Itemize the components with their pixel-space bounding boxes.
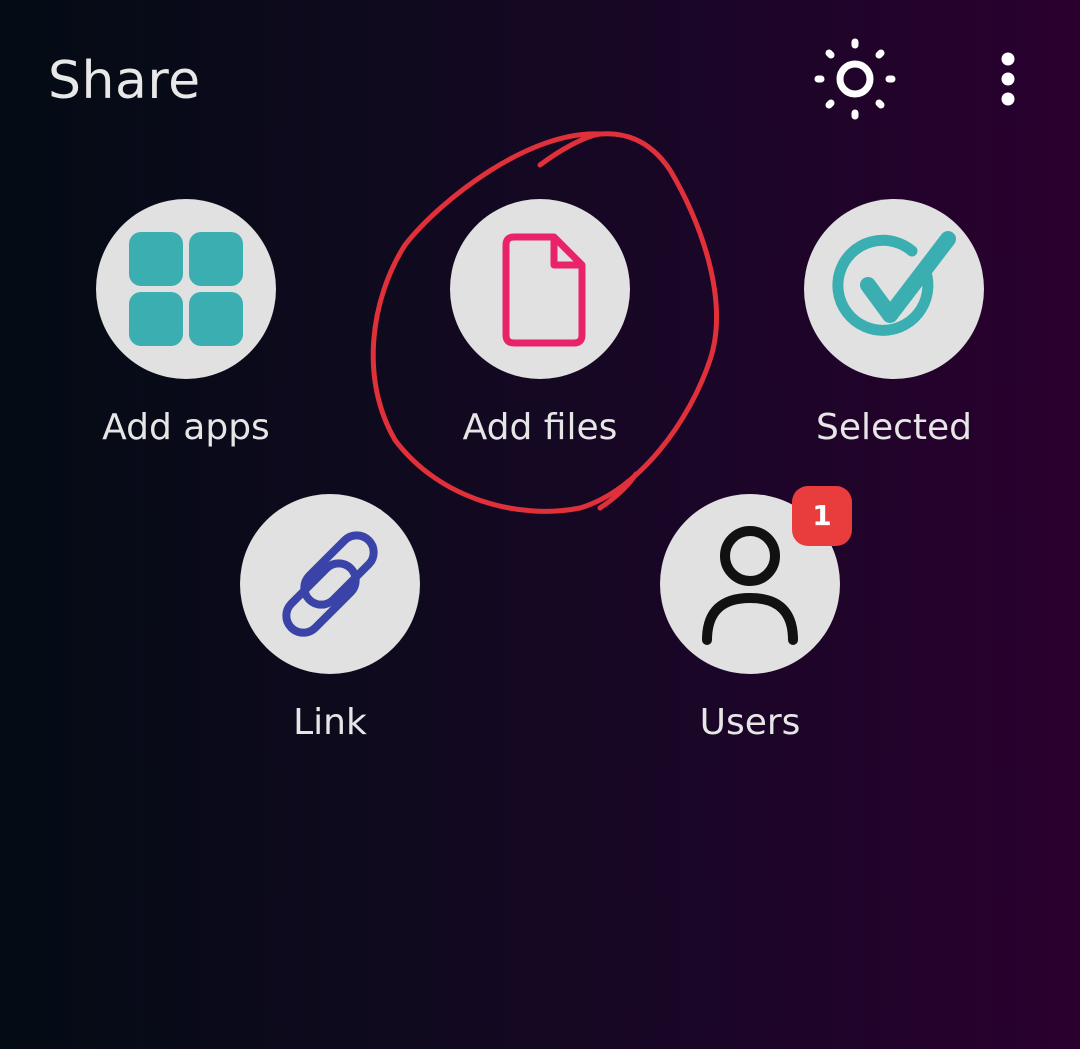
add-apps-button[interactable] (96, 199, 276, 379)
brightness-button[interactable] (812, 36, 898, 122)
add-files-tile[interactable]: Add files (430, 199, 650, 479)
add-apps-label: Add apps (102, 407, 270, 448)
add-files-label: Add files (462, 407, 618, 448)
link-button[interactable] (240, 494, 420, 674)
page-title: Share (48, 51, 201, 111)
file-icon (502, 233, 586, 347)
add-files-button[interactable] (450, 199, 630, 379)
more-options-button[interactable] (980, 46, 1036, 112)
more-vertical-icon (1001, 52, 1015, 106)
link-icon (282, 531, 378, 637)
add-apps-tile[interactable]: Add apps (76, 199, 296, 479)
link-label: Link (293, 702, 367, 743)
selected-tile[interactable]: Selected (784, 199, 1004, 479)
annotation-circle (370, 131, 719, 514)
selected-label: Selected (815, 407, 973, 448)
users-tile[interactable]: 1 Users (640, 486, 860, 774)
apps-grid-icon (129, 232, 243, 346)
link-tile[interactable]: Link (220, 494, 440, 774)
notification-badge: 1 (792, 486, 852, 546)
users-label: Users (699, 702, 801, 743)
check-circle-icon (832, 231, 956, 336)
brightness-icon (814, 38, 896, 120)
selected-button[interactable] (804, 199, 984, 379)
